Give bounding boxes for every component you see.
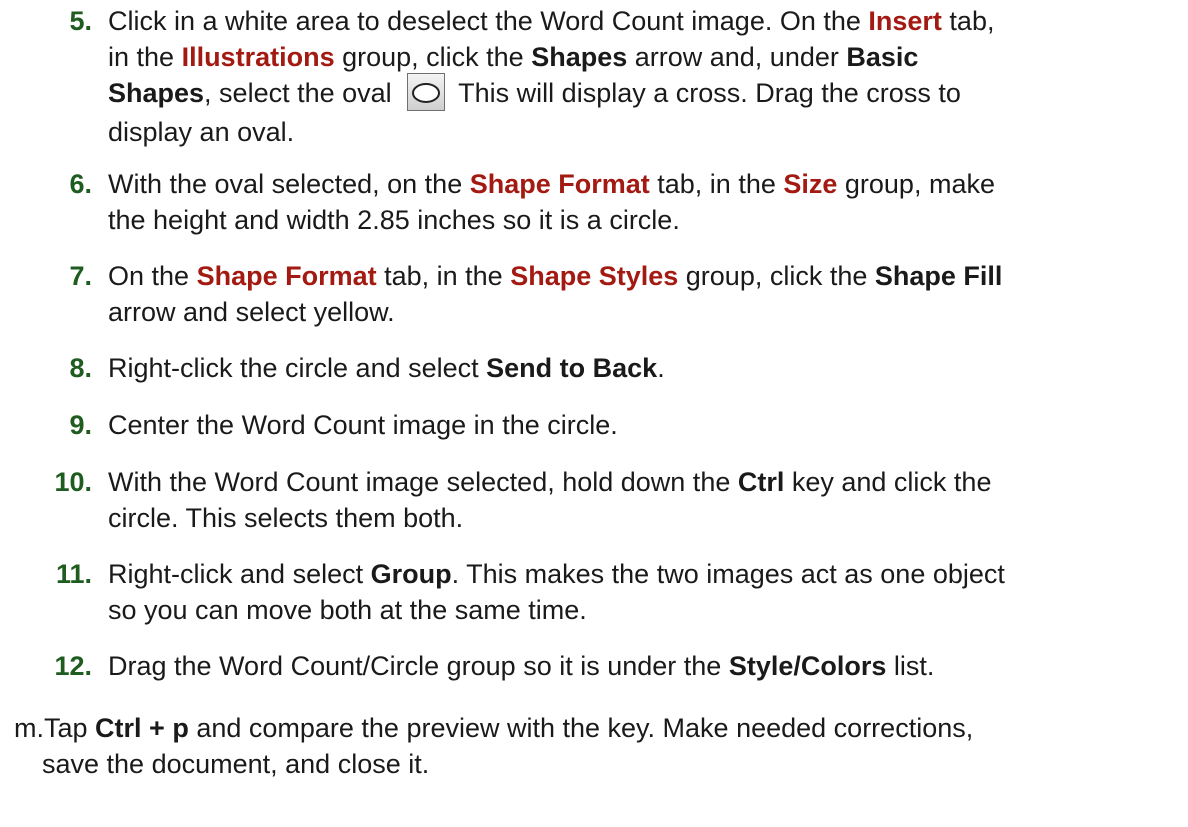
step-number: 5. (69, 6, 92, 36)
step-number: 6. (69, 169, 92, 199)
step-number: 12. (54, 651, 92, 681)
step-text: Center the Word Count image in the circl… (108, 410, 618, 440)
step-number: 10. (54, 467, 92, 497)
ui-keyword: Size (783, 169, 838, 199)
ui-term: Shape Fill (874, 261, 1003, 291)
ui-term: Send to Back (486, 353, 658, 383)
ui-term: Shapes (531, 42, 628, 72)
ui-term: Shapes (108, 78, 205, 108)
step-text: Click in a white area to deselect the Wo… (108, 6, 995, 147)
step-number: 11. (55, 559, 92, 589)
ui-term: Basic (846, 42, 919, 72)
ui-keyword: Shape Format (196, 261, 377, 291)
ui-keyword: Illustrations (181, 42, 335, 72)
step-number: 9. (69, 410, 92, 440)
ui-term: Group (370, 559, 452, 589)
step-text: Right-click and select Group. This makes… (108, 559, 1005, 625)
ui-term: Style/Colors (728, 651, 887, 681)
step-label: m. (14, 713, 44, 743)
oval-shape-icon (407, 72, 446, 111)
step-text: Right-click the circle and select Send t… (108, 353, 665, 383)
ui-term: Ctrl + p (95, 713, 189, 743)
step-number: 7. (69, 261, 92, 291)
step-m: m.Tap Ctrl + p and compare the preview w… (14, 713, 974, 779)
step-text: With the Word Count image selected, hold… (108, 467, 992, 533)
step-text: With the oval selected, on the Shape For… (108, 169, 995, 235)
ui-keyword: Shape Format (469, 169, 650, 199)
ui-keyword: Shape Styles (510, 261, 679, 291)
ui-term: Ctrl (737, 467, 785, 497)
step-text: On the Shape Format tab, in the Shape St… (108, 261, 1003, 327)
ui-keyword: Insert (868, 6, 942, 36)
step-number: 8. (69, 353, 92, 383)
step-text: Drag the Word Count/Circle group so it i… (108, 651, 935, 681)
